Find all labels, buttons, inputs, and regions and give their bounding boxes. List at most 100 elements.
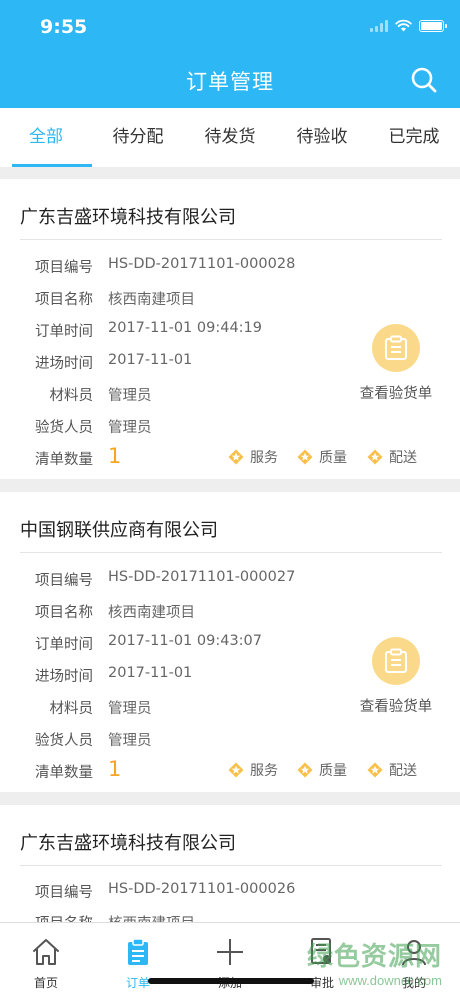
divider	[20, 552, 442, 553]
order-card[interactable]: 广东吉盛环境科技有限公司 项目编号 HS-DD-20171101-000028 …	[0, 179, 460, 479]
user-icon	[402, 940, 426, 966]
field-project-no: 项目编号 HS-DD-20171101-000028	[0, 256, 460, 276]
rating-label: 服务	[250, 450, 278, 466]
signal-icon	[370, 19, 388, 32]
field-project-name: 项目名称 核西南建项目	[0, 601, 460, 621]
home-indicator[interactable]	[148, 978, 314, 984]
inspector-value: 管理员	[108, 733, 152, 749]
tabbar-label: 我的	[401, 976, 426, 990]
field-label: 材料员	[49, 701, 94, 717]
field-label: 进场时间	[35, 669, 93, 685]
star-badge-icon	[228, 762, 244, 778]
tabbar-mine[interactable]: 我的	[368, 923, 460, 996]
quantity-value: 1	[108, 444, 122, 468]
field-label: 项目编号	[35, 260, 93, 276]
tabbar-label: 首页	[33, 976, 58, 990]
material-staff-value: 管理员	[108, 388, 152, 404]
tabbar-orders[interactable]: 订单	[92, 923, 184, 996]
project-no-value: HS-DD-20171101-000028	[108, 256, 296, 272]
company-name: 广东吉盛环境科技有限公司	[20, 207, 236, 228]
tab-pending-inspection[interactable]: 待验收	[276, 108, 368, 167]
view-receipt-button[interactable]: 查看验货单	[356, 324, 436, 403]
wifi-icon	[395, 19, 412, 32]
field-label: 清单数量	[35, 765, 93, 781]
status-icons	[370, 19, 447, 32]
rating-label: 质量	[319, 763, 347, 779]
view-receipt-button[interactable]: 查看验货单	[356, 637, 436, 716]
field-label: 项目名称	[35, 292, 93, 308]
field-label: 验货人员	[35, 420, 93, 436]
tabbar-add[interactable]: 添加	[184, 923, 276, 996]
battery-icon	[419, 19, 447, 32]
field-label: 验货人员	[35, 733, 93, 749]
bottom-tab-bar: 首页 订单 添加 审批 我的	[0, 922, 460, 996]
order-time-value: 2017-11-01 09:44:19	[108, 320, 262, 336]
star-badge-icon	[367, 762, 383, 778]
order-card[interactable]: 中国钢联供应商有限公司 项目编号 HS-DD-20171101-000027 项…	[0, 492, 460, 792]
home-icon	[33, 939, 59, 965]
view-receipt-label: 查看验货单	[359, 699, 433, 715]
field-label: 项目名称	[35, 605, 93, 621]
company-name: 广东吉盛环境科技有限公司	[20, 833, 236, 854]
field-project-no: 项目编号 HS-DD-20171101-000027	[0, 569, 460, 589]
field-label: 清单数量	[35, 452, 93, 468]
tabbar-approval[interactable]: 审批	[276, 923, 368, 996]
field-label: 材料员	[49, 388, 94, 404]
rating-label: 配送	[389, 763, 417, 779]
inspector-value: 管理员	[108, 420, 152, 436]
page-title: 订单管理	[186, 70, 274, 94]
rating-service[interactable]: 服务	[228, 760, 278, 780]
project-no-value: HS-DD-20171101-000026	[108, 881, 296, 897]
quantity-value: 1	[108, 757, 122, 781]
app-header: 9:55 订单管理	[0, 0, 460, 108]
rating-delivery[interactable]: 配送	[367, 760, 417, 780]
order-status-tabs: 全部 待分配 待发货 待验收 已完成	[0, 108, 460, 167]
tab-pending-assign[interactable]: 待分配	[92, 108, 184, 167]
company-name: 中国钢联供应商有限公司	[20, 520, 218, 541]
project-name-value: 核西南建项目	[108, 605, 195, 621]
order-time-value: 2017-11-01 09:43:07	[108, 633, 262, 649]
tab-pending-shipment[interactable]: 待发货	[184, 108, 276, 167]
receipt-badge	[372, 637, 420, 685]
rating-label: 质量	[319, 450, 347, 466]
rating-label: 服务	[250, 763, 278, 779]
receipt-icon	[385, 648, 407, 673]
tab-all[interactable]: 全部	[0, 108, 92, 167]
field-label: 订单时间	[35, 637, 93, 653]
tabbar-home[interactable]: 首页	[0, 923, 92, 996]
rating-label: 配送	[389, 450, 417, 466]
rating-quality[interactable]: 质量	[297, 760, 347, 780]
project-no-value: HS-DD-20171101-000027	[108, 569, 296, 585]
receipt-badge	[372, 324, 420, 372]
field-label: 进场时间	[35, 356, 93, 372]
divider	[20, 239, 442, 240]
material-staff-value: 管理员	[108, 701, 152, 717]
star-badge-icon	[297, 449, 313, 465]
field-label: 项目编号	[35, 885, 93, 901]
field-inspector: 验货人员 管理员	[0, 729, 460, 749]
field-project-no: 项目编号 HS-DD-20171101-000026	[0, 881, 460, 901]
search-button[interactable]	[410, 66, 438, 94]
tab-completed[interactable]: 已完成	[368, 108, 460, 167]
entry-time-value: 2017-11-01	[108, 352, 193, 368]
rating-quality[interactable]: 质量	[297, 447, 347, 467]
clipboard-icon	[128, 938, 148, 965]
approval-icon	[311, 938, 331, 964]
search-icon	[411, 67, 437, 93]
star-badge-icon	[228, 449, 244, 465]
rating-service[interactable]: 服务	[228, 447, 278, 467]
receipt-icon	[385, 335, 407, 360]
order-card[interactable]: 广东吉盛环境科技有限公司 项目编号 HS-DD-20171101-000026 …	[0, 805, 460, 935]
star-badge-icon	[297, 762, 313, 778]
rating-delivery[interactable]: 配送	[367, 447, 417, 467]
field-label: 订单时间	[35, 324, 93, 340]
star-badge-icon	[367, 449, 383, 465]
status-time: 9:55	[40, 16, 88, 38]
entry-time-value: 2017-11-01	[108, 665, 193, 681]
field-project-name: 项目名称 核西南建项目	[0, 288, 460, 308]
plus-icon	[217, 939, 243, 965]
project-name-value: 核西南建项目	[108, 292, 195, 308]
field-inspector: 验货人员 管理员	[0, 416, 460, 436]
view-receipt-label: 查看验货单	[359, 386, 433, 402]
field-label: 项目编号	[35, 573, 93, 589]
